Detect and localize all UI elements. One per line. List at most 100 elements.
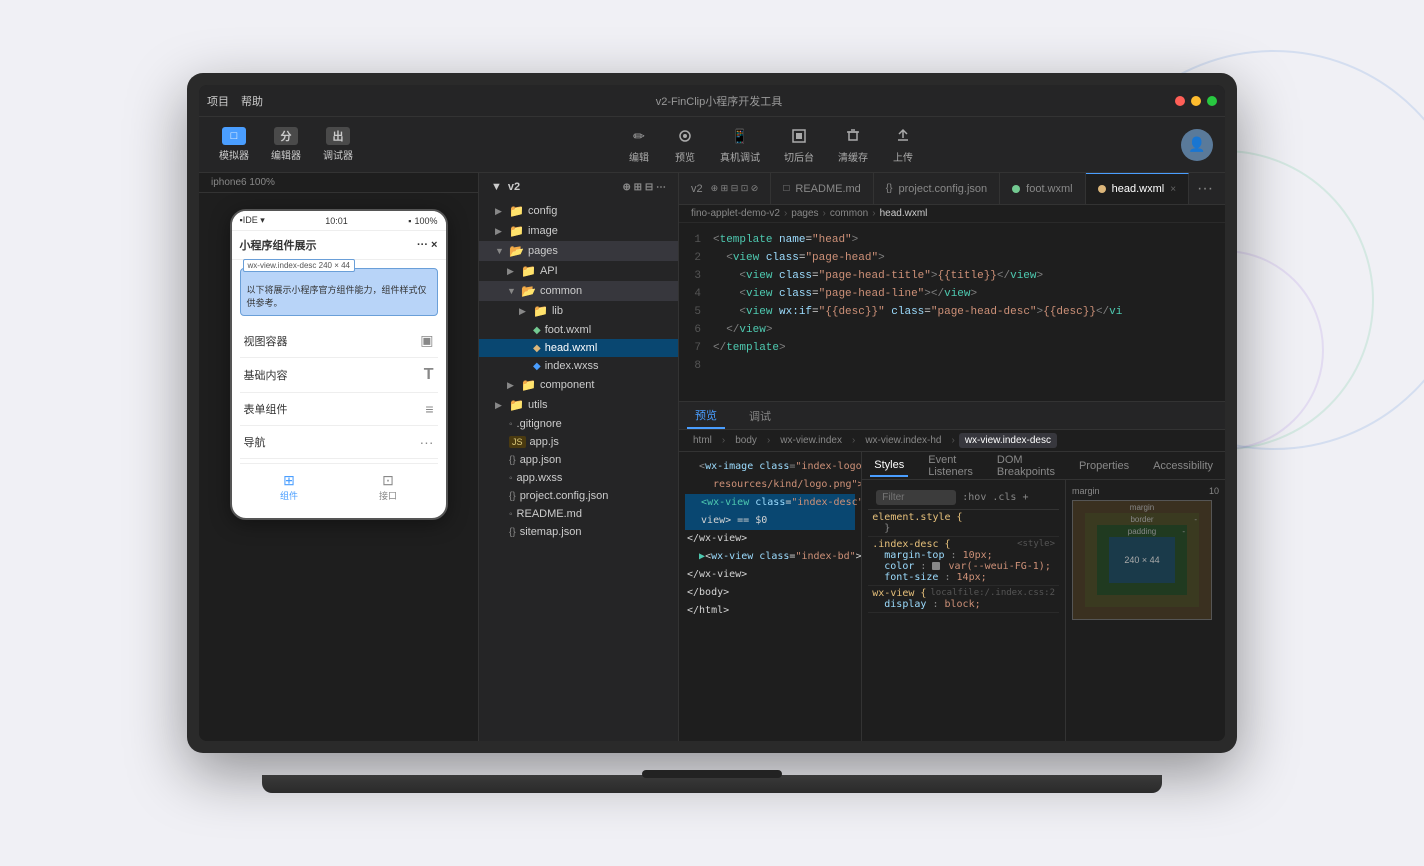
filter-input[interactable] <box>876 490 956 505</box>
folder-lib[interactable]: ▶ 📁 lib <box>479 301 678 321</box>
style-prop-fontsize: font-size : 14px; <box>884 572 1055 583</box>
preview-action[interactable]: 预览 <box>674 125 696 164</box>
styles-tab-styles[interactable]: Styles <box>870 455 908 477</box>
maximize-button[interactable] <box>1207 96 1217 106</box>
arrow-utils: ▶ <box>495 400 505 411</box>
devtools-bc-html[interactable]: html <box>687 433 718 448</box>
html-inspector[interactable]: <wx-image class="index-logo" src="../res… <box>679 452 862 741</box>
folder-utils[interactable]: ▶ 📁 utils <box>479 395 678 415</box>
style-rule-body-1: margin-top : 10px; color : <box>872 550 1055 583</box>
devtools-tab-debug[interactable]: 调试 <box>741 404 779 428</box>
minimize-button[interactable] <box>1191 96 1201 106</box>
toolbar-right: 👤 <box>1181 129 1213 161</box>
file-gitignore[interactable]: ◦ .gitignore <box>479 415 678 433</box>
devtools-bc-hd[interactable]: wx-view.index-hd <box>859 433 947 448</box>
simulator-button[interactable]: □ 模拟器 <box>211 123 257 166</box>
device-debug-label: 真机调试 <box>720 149 760 164</box>
tab-readme[interactable]: □ README.md <box>771 173 873 204</box>
tabs-bar: v2 ⊕ ⊞ ⊟ ⊡ ⊘ □ README.md {} project.conf… <box>679 173 1225 205</box>
file-icon-appjs: JS <box>509 436 526 448</box>
section-form[interactable]: 表单组件 ≡ <box>240 393 438 426</box>
style-rule-header-1: .index-desc { <style> <box>872 539 1055 550</box>
upload-action[interactable]: 上传 <box>892 125 914 164</box>
folder-icon-pages: 📂 <box>509 244 524 258</box>
breadcrumb-1: pages <box>791 208 818 219</box>
file-project-config[interactable]: {} project.config.json <box>479 487 678 505</box>
tree-root-label: v2 <box>508 181 520 193</box>
nav-components[interactable]: ⊞ 组件 <box>240 464 339 510</box>
code-line-3: 3 <view class="page-head-title">{{title}… <box>679 267 1225 285</box>
file-head-label: head.wxml <box>545 342 598 354</box>
section-view-container[interactable]: 视图容器 ▣ <box>240 324 438 358</box>
spacer-foot <box>519 325 529 335</box>
folder-component-label: component <box>540 379 594 391</box>
file-icon-appjson: {} <box>509 455 516 466</box>
styles-tab-props[interactable]: Properties <box>1075 456 1133 476</box>
code-editor[interactable]: 1 <template name="head"> 2 <view class="… <box>679 223 1225 401</box>
styles-tab-access[interactable]: Accessibility <box>1149 456 1217 476</box>
highlight-label: wx-view.index-desc 240 × 44 <box>243 259 356 272</box>
devtools-bc-index[interactable]: wx-view.index <box>774 433 848 448</box>
styles-tab-dom[interactable]: DOM Breakpoints <box>993 452 1059 482</box>
tab-close-head[interactable]: × <box>1170 184 1176 195</box>
edit-icon: ✏ <box>628 125 650 147</box>
html-line-2: resources/kind/logo.png">_</wx-image> <box>685 476 855 494</box>
section-icon-3: ··· <box>420 434 434 450</box>
line-num-8: 8 <box>683 357 713 375</box>
nav-api[interactable]: ⊡ 接口 <box>339 464 438 510</box>
bc-sep-1: › <box>767 435 770 446</box>
devtools-tab-preview[interactable]: 预览 <box>687 403 725 429</box>
folder-common[interactable]: ▼ 📂 common <box>479 281 678 301</box>
section-label-1: 基础内容 <box>244 367 288 383</box>
clear-cache-action[interactable]: 清缓存 <box>838 125 868 164</box>
file-index-wxss[interactable]: ◆ index.wxss <box>479 357 678 375</box>
highlight-text: 以下将展示小程序官方组件能力，组件样式仅供参考。 <box>247 283 431 309</box>
tab-head-wxml[interactable]: head.wxml × <box>1086 173 1189 204</box>
val-display: block; <box>945 599 981 610</box>
folder-pages[interactable]: ▼ 📂 pages <box>479 241 678 261</box>
section-basic-content[interactable]: 基础内容 T <box>240 358 438 393</box>
menu-item-help[interactable]: 帮助 <box>241 93 263 109</box>
arrow-component: ▶ <box>507 380 517 391</box>
edit-action[interactable]: ✏ 编辑 <box>628 125 650 164</box>
device-debug-icon: 📱 <box>729 125 751 147</box>
file-sitemap[interactable]: {} sitemap.json <box>479 523 678 541</box>
spacer-appjs <box>495 437 505 447</box>
box-model-header: margin 10 <box>1072 486 1219 496</box>
code-text-1: <template name="head"> <box>713 231 858 249</box>
menu-item-project[interactable]: 项目 <box>207 93 229 109</box>
editor-button[interactable]: 分 编辑器 <box>263 123 309 166</box>
file-app-wxss[interactable]: ◦ app.wxss <box>479 469 678 487</box>
devtools-bc-body[interactable]: body <box>729 433 763 448</box>
folder-image[interactable]: ▶ 📁 image <box>479 221 678 241</box>
folder-api[interactable]: ▶ 📁 API <box>479 261 678 281</box>
file-head-wxml[interactable]: ◆ head.wxml <box>479 339 678 357</box>
spacer-readme <box>495 509 505 519</box>
more-icon[interactable]: ··· × <box>417 239 437 251</box>
tabs-more[interactable]: ··· <box>1189 173 1221 204</box>
background-action[interactable]: 切后台 <box>784 125 814 164</box>
styles-tab-events[interactable]: Event Listeners <box>924 452 977 482</box>
file-app-json[interactable]: {} app.json <box>479 451 678 469</box>
debugger-button[interactable]: 出 调试器 <box>315 123 361 166</box>
bm-margin-label: margin <box>1130 503 1154 512</box>
titlebar: 项目 帮助 v2-FinClip小程序开发工具 <box>199 85 1225 117</box>
section-nav[interactable]: 导航 ··· <box>240 426 438 459</box>
folder-component[interactable]: ▶ 📁 component <box>479 375 678 395</box>
style-rule-index-desc: .index-desc { <style> margin-top : <box>868 537 1059 586</box>
selector-element: element.style { <box>872 512 962 523</box>
devtools-bc-desc[interactable]: wx-view.index-desc <box>959 433 1057 448</box>
html-line-3[interactable]: <wx-view class="index-desc">以下将展示小程序官方组件… <box>685 494 855 512</box>
file-readme[interactable]: ◦ README.md <box>479 505 678 523</box>
close-button[interactable] <box>1175 96 1185 106</box>
file-foot-wxml[interactable]: ◆ foot.wxml <box>479 321 678 339</box>
file-app-js[interactable]: JS app.js <box>479 433 678 451</box>
tab-foot-wxml[interactable]: foot.wxml <box>1000 173 1085 204</box>
spacer-appwxss <box>495 473 505 483</box>
device-debug-action[interactable]: 📱 真机调试 <box>720 125 760 164</box>
tab-project-config[interactable]: {} project.config.json <box>874 173 1000 204</box>
tab-dot-head <box>1098 185 1106 193</box>
avatar[interactable]: 👤 <box>1181 129 1213 161</box>
style-rule-selector-0: element.style { <box>872 512 1055 523</box>
folder-config[interactable]: ▶ 📁 config <box>479 201 678 221</box>
